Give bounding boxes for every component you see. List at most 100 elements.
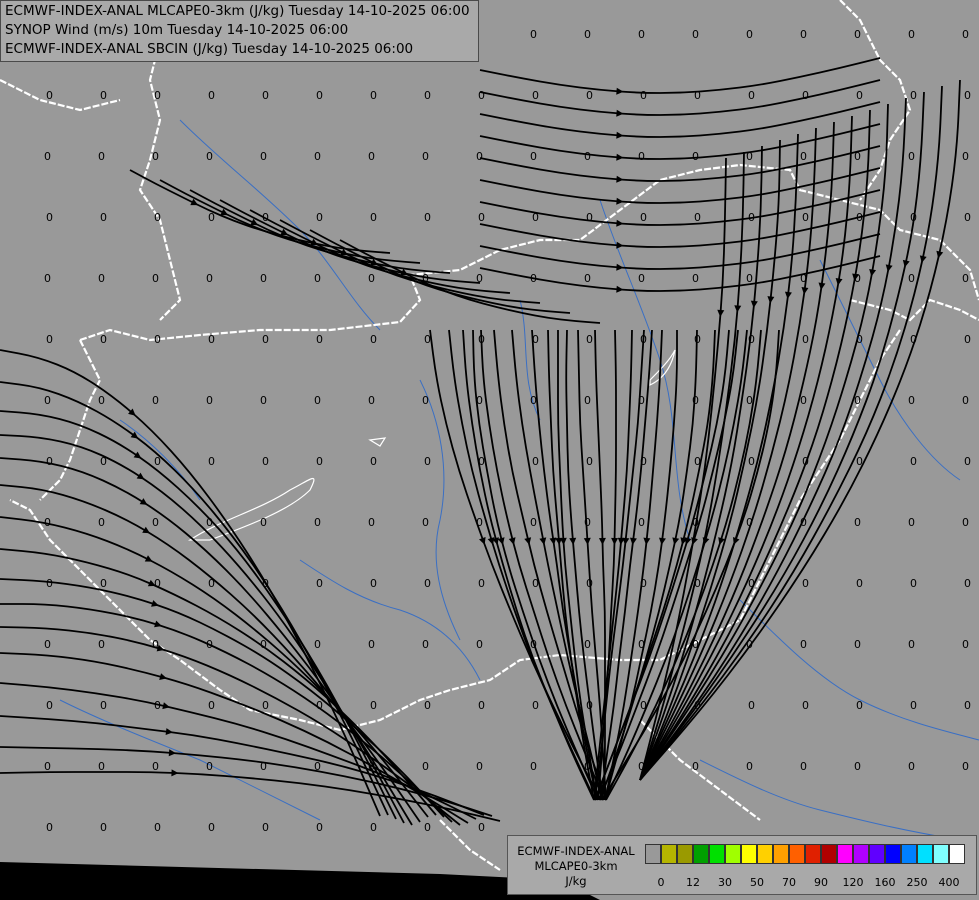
cape-value-label: 0 [856, 333, 863, 346]
cape-value-label: 0 [422, 150, 429, 163]
header-line-cape: ECMWF-INDEX-ANAL MLCAPE0-3km (J/kg) Tues… [5, 3, 470, 19]
color-legend: ECMWF-INDEX-ANAL MLCAPE0-3km J/kg 0 12 30 5… [507, 835, 977, 895]
cape-value-label: 0 [692, 272, 699, 285]
cape-value-label: 0 [802, 211, 809, 224]
cape-value-label: 0 [154, 455, 161, 468]
cape-value-label: 0 [478, 89, 485, 102]
legend-swatch [741, 844, 757, 864]
cape-value-label: 0 [640, 89, 647, 102]
legend-tick-label: 70 [782, 876, 796, 889]
cape-value-label: 0 [910, 577, 917, 590]
cape-value-label: 0 [316, 211, 323, 224]
cape-value-label: 0 [422, 394, 429, 407]
cape-value-label: 0 [314, 394, 321, 407]
cape-value-label: 0 [800, 150, 807, 163]
cape-value-label: 0 [910, 333, 917, 346]
cape-value-label: 0 [748, 577, 755, 590]
cape-value-label: 0 [46, 699, 53, 712]
cape-value-label: 0 [748, 211, 755, 224]
cape-value-label: 0 [692, 394, 699, 407]
cape-value-label: 0 [584, 760, 591, 773]
cape-value-label: 0 [856, 455, 863, 468]
cape-value-label: 0 [530, 760, 537, 773]
cape-value-label: 0 [260, 394, 267, 407]
cape-value-label: 0 [854, 272, 861, 285]
cape-value-label: 0 [964, 333, 971, 346]
cape-value-label: 0 [476, 760, 483, 773]
cape-value-label: 0 [908, 760, 915, 773]
cape-value-label: 0 [964, 211, 971, 224]
cape-value-label: 0 [962, 150, 969, 163]
cape-value-label: 0 [424, 89, 431, 102]
cape-value-label: 0 [532, 211, 539, 224]
cape-value-label: 0 [208, 699, 215, 712]
cape-value-label: 0 [694, 89, 701, 102]
cape-value-label: 0 [640, 455, 647, 468]
cape-value-label: 0 [962, 394, 969, 407]
cape-value-label: 0 [424, 333, 431, 346]
cape-value-label: 0 [98, 516, 105, 529]
cape-value-label: 0 [476, 150, 483, 163]
cape-value-label: 0 [640, 333, 647, 346]
legend-source: ECMWF-INDEX-ANAL [517, 844, 635, 858]
cape-value-label: 0 [856, 577, 863, 590]
cape-value-label: 0 [530, 394, 537, 407]
legend-swatch [645, 844, 661, 864]
cape-value-label: 0 [800, 394, 807, 407]
cape-value-label: 0 [962, 638, 969, 651]
cape-value-label: 0 [910, 89, 917, 102]
cape-value-label: 0 [746, 638, 753, 651]
cape-value-label: 0 [802, 89, 809, 102]
cape-value-label: 0 [422, 638, 429, 651]
cape-value-label: 0 [152, 394, 159, 407]
cape-value-label: 0 [152, 760, 159, 773]
cape-value-label: 0 [154, 211, 161, 224]
cape-value-label: 0 [314, 760, 321, 773]
cape-value-label: 0 [962, 272, 969, 285]
cape-value-label: 0 [424, 821, 431, 834]
cape-value-label: 0 [262, 211, 269, 224]
cape-value-label: 0 [206, 638, 213, 651]
cape-value-label: 0 [44, 150, 51, 163]
cape-value-label: 0 [262, 455, 269, 468]
cape-value-label: 0 [638, 28, 645, 41]
cape-value-label: 0 [260, 272, 267, 285]
cape-value-label: 0 [694, 577, 701, 590]
cape-value-label: 0 [532, 577, 539, 590]
cape-value-label: 0 [208, 577, 215, 590]
cape-value-label: 0 [638, 150, 645, 163]
cape-value-label: 0 [530, 272, 537, 285]
cape-value-label: 0 [98, 760, 105, 773]
cape-value-label: 0 [422, 516, 429, 529]
cape-value-label: 0 [854, 150, 861, 163]
cape-value-label: 0 [640, 211, 647, 224]
cape-value-label: 0 [262, 333, 269, 346]
legend-swatch [885, 844, 901, 864]
cape-value-label: 0 [46, 211, 53, 224]
cape-value-label: 0 [206, 394, 213, 407]
cape-value-label: 0 [206, 150, 213, 163]
cape-value-label: 0 [856, 211, 863, 224]
legend-tick-label: 120 [842, 876, 864, 889]
cape-value-label: 0 [530, 28, 537, 41]
cape-value-label: 0 [316, 89, 323, 102]
cape-value-label: 0 [800, 516, 807, 529]
cape-value-label: 0 [208, 89, 215, 102]
cape-value-label: 0 [910, 211, 917, 224]
legend-tick-label: 0 [657, 876, 665, 889]
cape-value-label: 0 [98, 394, 105, 407]
cape-value-label: 0 [44, 394, 51, 407]
cape-value-label: 0 [44, 272, 51, 285]
cape-value-label: 0 [98, 272, 105, 285]
cape-value-label: 0 [476, 394, 483, 407]
cape-value-label: 0 [154, 577, 161, 590]
legend-swatch [661, 844, 677, 864]
cape-value-label: 0 [964, 455, 971, 468]
cape-value-label: 0 [910, 699, 917, 712]
legend-tick-label: 12 [686, 876, 700, 889]
cape-value-label: 0 [530, 638, 537, 651]
cape-value-label: 0 [584, 28, 591, 41]
cape-value-label: 0 [152, 638, 159, 651]
cape-value-label: 0 [692, 638, 699, 651]
cape-value-label: 0 [46, 89, 53, 102]
